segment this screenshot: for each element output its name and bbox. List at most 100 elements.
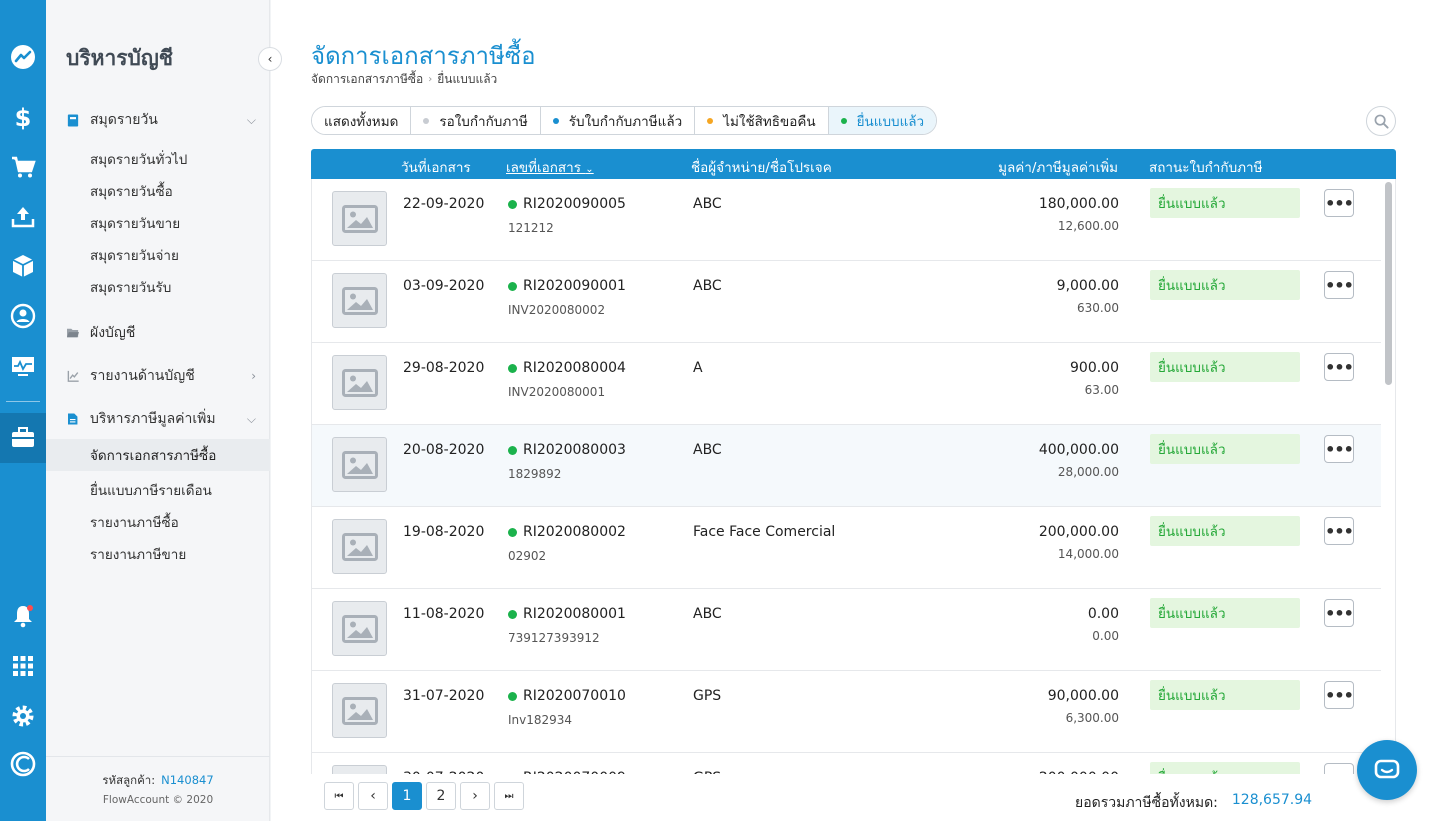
chat-button[interactable] [1357, 740, 1417, 800]
table-row[interactable]: 11-08-2020 RI2020080001 739127393912 ABC 0.0… [312, 589, 1381, 671]
column-header-status[interactable]: สถานะใบกำกับภาษี [1149, 156, 1263, 178]
sidebar-section-label: สมุดรายวัน [90, 112, 158, 128]
doc-number: RI2020070010 [523, 688, 626, 704]
table-row[interactable]: 19-08-2020 RI2020080002 02902 Face Face Com… [312, 507, 1381, 589]
prev-page-button[interactable]: ‹ [358, 782, 388, 810]
table-row[interactable]: 03-09-2020 RI2020090001 INV2020080002 ABC 9,… [312, 261, 1381, 343]
vendor-name: GPS [693, 770, 721, 774]
search-icon [1374, 114, 1389, 129]
chevron-left-icon: ‹ [267, 52, 273, 66]
table-row[interactable]: 29-08-2020 RI2020080004 INV2020080001 A 900.… [312, 343, 1381, 425]
more-actions-button[interactable]: ••• [1324, 763, 1354, 774]
attachment-thumbnail[interactable] [332, 765, 387, 774]
sidebar-item-payment-journal[interactable]: สมุดรายวันจ่าย [90, 244, 179, 266]
amount-value: 0.00 [1087, 606, 1119, 622]
search-button[interactable] [1366, 106, 1396, 136]
doc-number-link[interactable]: RI2020070009 [508, 770, 626, 774]
first-page-button[interactable]: ⏮ [324, 782, 354, 810]
vat-value: 630.00 [1077, 301, 1119, 315]
sidebar-item-purchase-tax-report[interactable]: รายงานภาษีซื้อ [90, 511, 179, 533]
more-icon: ••• [1325, 193, 1354, 213]
attachment-thumbnail[interactable] [332, 601, 387, 656]
filter-awaiting-invoice[interactable]: รอใบกำกับภาษี [411, 107, 541, 134]
sidebar-collapse-button[interactable]: ‹ [258, 47, 282, 71]
table-row[interactable]: 22-09-2020 RI2020090005 121212 ABC 180,000.0… [312, 179, 1381, 261]
more-actions-button[interactable]: ••• [1324, 435, 1354, 463]
sidebar-item-purchase-journal[interactable]: สมุดรายวันซื้อ [90, 180, 173, 202]
sidebar-section-accounting-reports[interactable]: รายงานด้านบัญชี › [66, 365, 256, 387]
more-actions-button[interactable]: ••• [1324, 189, 1354, 217]
table-row[interactable]: 20-08-2020 RI2020080003 1829892 ABC 400,000.… [312, 425, 1381, 507]
vendor-name: ABC [693, 442, 722, 458]
attachment-thumbnail[interactable] [332, 191, 387, 246]
filter-filed[interactable]: ยื่นแบบแล้ว [828, 107, 937, 134]
bell-icon[interactable] [0, 596, 46, 636]
more-actions-button[interactable]: ••• [1324, 681, 1354, 709]
sidebar-item-receipt-journal[interactable]: สมุดรายวันรับ [90, 276, 171, 298]
line-chart-icon [66, 369, 80, 383]
cart-icon[interactable] [0, 147, 46, 187]
filter-not-claimed[interactable]: ไม่ใช้สิทธิขอคืน [695, 107, 829, 134]
doc-date: 20-08-2020 [403, 442, 485, 458]
briefcase-icon[interactable] [0, 413, 46, 463]
more-icon: ••• [1325, 439, 1354, 459]
column-header-date[interactable]: วันที่เอกสาร [401, 156, 471, 178]
status-dot [508, 691, 517, 701]
doc-number-link[interactable]: RI2020080002 [508, 524, 626, 540]
sidebar-item-general-journal[interactable]: สมุดรายวันทั่วไป [90, 148, 187, 170]
column-header-amount[interactable]: มูลค่า/ภาษีมูลค่าเพิ่ม [998, 156, 1118, 178]
filter-all[interactable]: แสดงทั้งหมด [312, 107, 412, 134]
breadcrumb-item[interactable]: จัดการเอกสารภาษีซื้อ [311, 70, 423, 89]
more-actions-button[interactable]: ••• [1324, 517, 1354, 545]
doc-number-link[interactable]: RI2020090005 [508, 196, 626, 212]
dollar-icon[interactable]: $ [0, 97, 46, 137]
chat-icon [1374, 759, 1400, 779]
status-filter-tabs: แสดงทั้งหมด รอใบกำกับภาษี รับใบกำกับภาษี… [311, 106, 938, 135]
attachment-thumbnail[interactable] [332, 519, 387, 574]
filter-invoice-received[interactable]: รับใบกำกับภาษีแล้ว [540, 107, 696, 134]
page-button[interactable]: 1 [392, 782, 422, 810]
column-header-vendor[interactable]: ชื่อผู้จำหน่าย/ชื่อโปรเจค [691, 156, 832, 178]
attachment-thumbnail[interactable] [332, 683, 387, 738]
contact-icon[interactable] [0, 296, 46, 336]
more-actions-button[interactable]: ••• [1324, 353, 1354, 381]
table-row[interactable]: 30-07-2020 RI2020070009 GPS 200,000.00 ยื่นแ… [312, 753, 1381, 774]
sidebar-title: บริหารบัญชี [66, 46, 173, 70]
sidebar-section-vat-management[interactable]: บริหารภาษีมูลค่าเพิ่ม ⌵ [66, 408, 256, 430]
attachment-thumbnail[interactable] [332, 273, 387, 328]
attachment-thumbnail[interactable] [332, 355, 387, 410]
gear-icon[interactable] [0, 696, 46, 736]
more-actions-button[interactable]: ••• [1324, 271, 1354, 299]
sidebar-item-monthly-tax-filing[interactable]: ยื่นแบบภาษีรายเดือน [90, 479, 212, 501]
chevron-down-icon: ⌵ [246, 411, 256, 426]
sidebar-item-sales-tax-report[interactable]: รายงานภาษีขาย [90, 543, 186, 565]
table-row[interactable]: 31-07-2020 RI2020070010 Inv182934 GPS 90,000… [312, 671, 1381, 753]
box-icon[interactable] [0, 246, 46, 286]
flowaccount-logo-icon[interactable] [0, 744, 46, 784]
doc-number-link[interactable]: RI2020080004 [508, 360, 626, 376]
column-header-doc-no[interactable]: เลขที่เอกสาร ⌄ [506, 156, 594, 178]
apps-grid-icon[interactable] [0, 646, 46, 686]
dashboard-icon[interactable] [0, 37, 46, 77]
doc-number-link[interactable]: RI2020090001 [508, 278, 626, 294]
sidebar-item-sales-journal[interactable]: สมุดรายวันขาย [90, 212, 180, 234]
next-page-button[interactable]: › [460, 782, 490, 810]
attachment-thumbnail[interactable] [332, 437, 387, 492]
doc-number-link[interactable]: RI2020080003 [508, 442, 626, 458]
more-actions-button[interactable]: ••• [1324, 599, 1354, 627]
sidebar-section-chart-of-accounts[interactable]: ผังบัญชี [66, 322, 256, 344]
doc-date: 11-08-2020 [403, 606, 485, 622]
sidebar: บริหารบัญชี สมุดรายวัน ⌵ สมุดรายวันทั่วไ… [46, 0, 270, 821]
doc-number: RI2020090005 [523, 196, 626, 212]
last-page-button[interactable]: ⏭ [494, 782, 524, 810]
upload-tray-icon[interactable] [0, 197, 46, 237]
page-button[interactable]: 2 [426, 782, 456, 810]
table-scrollbar[interactable] [1385, 182, 1392, 385]
monitor-chart-icon[interactable] [0, 346, 46, 386]
sidebar-section-journal[interactable]: สมุดรายวัน ⌵ [66, 109, 256, 131]
reference-number: 121212 [508, 221, 554, 235]
status-dot [508, 609, 517, 619]
sidebar-item-purchase-tax-documents[interactable]: จัดการเอกสารภาษีซื้อ [46, 439, 270, 471]
doc-number-link[interactable]: RI2020080001 [508, 606, 626, 622]
doc-number-link[interactable]: RI2020070010 [508, 688, 626, 704]
